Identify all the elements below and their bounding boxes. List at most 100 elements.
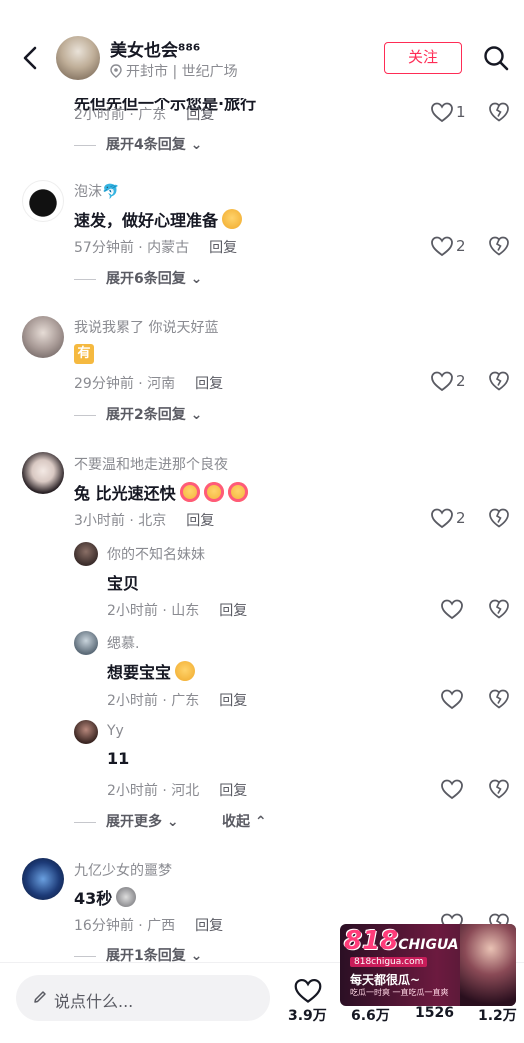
reply-avatar[interactable] [74, 720, 98, 744]
divider-line [74, 414, 96, 416]
reply-button[interactable]: 回复 [219, 783, 247, 799]
comment-time: 29分钟前 · 河南 [74, 376, 176, 392]
like-total: 3.9万 [288, 1008, 327, 1024]
reply-time: 2小时前 · 山东 [107, 603, 200, 619]
like-icon[interactable] [430, 101, 454, 123]
ad-url: 818chigua.com [350, 957, 428, 967]
reply-button[interactable]: 回复 [219, 603, 247, 619]
location-text: 开封市 | 世纪广场 [126, 64, 238, 80]
reply-text-body: 想要宝宝 [107, 663, 172, 682]
comment-username[interactable]: 我说我累了 你说天好蓝 [74, 317, 218, 337]
dislike-icon[interactable] [488, 778, 510, 800]
reply-text: 想要宝宝 [107, 659, 196, 683]
comment-username[interactable]: 九亿少女的噩梦 [74, 860, 172, 880]
comment-time: 3小时前 · 北京 [74, 513, 167, 529]
ad-image [460, 924, 516, 1006]
like-icon[interactable] [440, 598, 464, 620]
like-icon[interactable] [293, 977, 323, 1004]
reply-meta: 2小时前 · 河北 回复 [107, 780, 247, 800]
dog-emoji-icon [116, 887, 137, 907]
ad-logo-sub: CHIGUA [398, 937, 459, 953]
like-icon[interactable] [430, 370, 454, 392]
search-icon[interactable] [482, 44, 510, 72]
reply-time: 2小时前 · 河北 [107, 783, 200, 799]
ad-tagline: 吃瓜一时爽 一直吃瓜一直爽 [350, 988, 449, 997]
reply-meta: 2小时前 · 山东 回复 [107, 600, 247, 620]
reply-username[interactable]: 你的不知名妹妹 [107, 544, 205, 564]
comment-text-body: 速发，做好心理准备 [74, 211, 219, 230]
expand-more-button[interactable]: 展开更多 ⌄ [74, 811, 179, 831]
comment-avatar[interactable] [22, 452, 64, 494]
comment-avatar[interactable] [22, 180, 64, 222]
reply-avatar[interactable] [74, 542, 98, 566]
reply-button[interactable]: 回复 [209, 240, 237, 256]
top-bar: 美女也会⁸⁸⁶ 开封市 | 世纪广场 关注 [0, 0, 524, 88]
comment-text-body: 43秒 [74, 889, 113, 908]
like-icon[interactable] [430, 507, 454, 529]
ad-logo-number: 818 [344, 926, 399, 956]
like-icon[interactable] [430, 235, 454, 257]
comment-input-placeholder: 说点什么... [54, 992, 134, 1011]
reply-button[interactable]: 回复 [195, 376, 223, 392]
like-icon[interactable] [440, 778, 464, 800]
heart-eyes-emoji-icon [179, 482, 200, 502]
heart-eyes-emoji-icon [203, 482, 224, 502]
dislike-icon[interactable] [488, 370, 510, 392]
pleading-emoji-icon [222, 209, 243, 229]
comment-avatar[interactable] [22, 316, 64, 358]
divider-line [74, 278, 96, 280]
comment-input[interactable]: 说点什么... [16, 975, 270, 1021]
reply-text: 11 [107, 749, 130, 768]
comment-meta: 16分钟前 · 广西 回复 [74, 915, 223, 935]
dislike-icon[interactable] [488, 101, 510, 123]
back-arrow-icon[interactable] [16, 40, 44, 76]
expand-replies-button[interactable]: 展开6条回复 ⌄ [74, 268, 202, 288]
reply-meta: 2小时前 · 广东 回复 [107, 690, 247, 710]
collapse-label: 收起 [222, 814, 250, 830]
expand-replies-button[interactable]: 展开2条回复 ⌄ [74, 404, 202, 424]
like-count: 2 [456, 237, 466, 255]
comment-avatar[interactable] [22, 858, 64, 900]
reply-button[interactable]: 回复 [195, 918, 223, 934]
divider-line [74, 821, 96, 823]
collapse-button[interactable]: 收起 ⌃ [222, 811, 267, 831]
comment-username[interactable]: 泡沫🐬 [74, 181, 119, 201]
ad-banner[interactable]: 818CHIGUA 818chigua.com 每天都很瓜~ 吃瓜一时爽 一直吃… [340, 924, 516, 1006]
collect-total: 6.6万 [351, 1008, 390, 1024]
sticker-badge: 有 [74, 344, 94, 364]
like-count: 2 [456, 509, 466, 527]
author-name[interactable]: 美女也会⁸⁸⁶ [110, 36, 200, 61]
reply-button[interactable]: 回复 [186, 107, 214, 123]
dislike-icon[interactable] [488, 688, 510, 710]
author-avatar[interactable] [56, 36, 100, 80]
reply-avatar[interactable] [74, 631, 98, 655]
reply-text: 宝贝 [107, 574, 140, 593]
heart-eyes-emoji-icon [227, 482, 248, 502]
reply-username[interactable]: Yy [107, 723, 124, 739]
expand-more-label: 展开更多 [106, 814, 162, 830]
comment-text: 兔 比光速还快 [74, 480, 248, 504]
comment-text: 有 [74, 342, 94, 364]
comment-time: 16分钟前 · 广西 [74, 918, 176, 934]
post-location[interactable]: 开封市 | 世纪广场 [110, 61, 238, 81]
dislike-icon[interactable] [488, 235, 510, 257]
reply-time: 2小时前 · 广东 [107, 693, 200, 709]
like-count: 1 [456, 103, 466, 121]
dislike-icon[interactable] [488, 507, 510, 529]
comment-meta: 2小时前 · 广东 回复 [74, 104, 214, 124]
comment-text-body: 兔 比光速还快 [74, 484, 176, 503]
follow-button[interactable]: 关注 [384, 42, 462, 74]
share-total: 1.2万 [478, 1008, 517, 1024]
expand-label: 展开6条回复 [106, 271, 186, 287]
dislike-icon[interactable] [488, 598, 510, 620]
like-icon[interactable] [440, 688, 464, 710]
divider-line [74, 144, 96, 146]
reply-button[interactable]: 回复 [219, 693, 247, 709]
reply-username[interactable]: 缌慕. [107, 633, 139, 653]
expand-replies-button[interactable]: 展开4条回复 ⌄ [74, 134, 202, 154]
ad-logo: 818CHIGUA [344, 926, 459, 956]
reply-button[interactable]: 回复 [186, 513, 214, 529]
comment-username[interactable]: 不要温和地走进那个良夜 [74, 454, 228, 474]
like-count: 2 [456, 372, 466, 390]
comment-time: 57分钟前 · 内蒙古 [74, 240, 190, 256]
